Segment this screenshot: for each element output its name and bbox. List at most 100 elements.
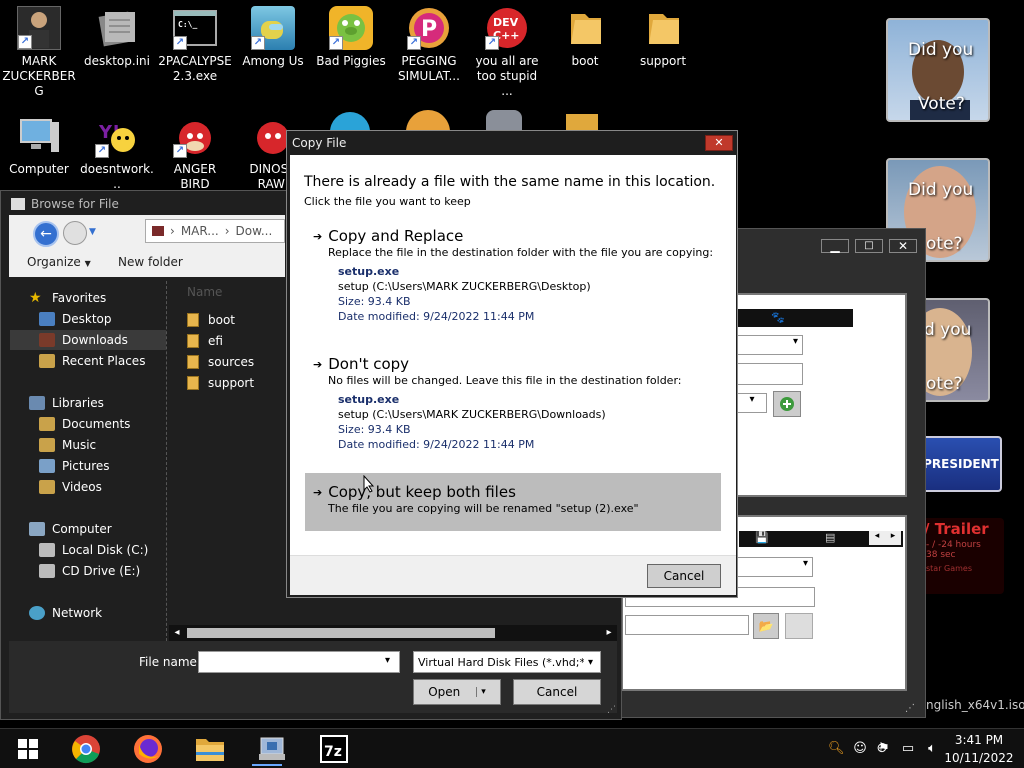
nav-recent-places[interactable]: Recent Places: [39, 351, 145, 371]
column-header-name[interactable]: Name: [187, 285, 222, 299]
nav-desktop[interactable]: Desktop: [39, 309, 112, 329]
desktop-icon-yahoo[interactable]: Y! ↗ doesntwork...: [78, 108, 156, 192]
folder-icon: [187, 313, 199, 327]
bg-select-2[interactable]: ▾: [737, 393, 767, 413]
history-dropdown-icon[interactable]: ▼: [89, 227, 96, 237]
bg-window-close-button[interactable]: ✕: [889, 239, 917, 253]
file-name-dropdown-icon[interactable]: ▾: [385, 655, 390, 666]
save-icon[interactable]: 💾: [755, 531, 769, 544]
nav-pictures[interactable]: Pictures: [39, 456, 110, 476]
replace-file-name: setup.exe: [338, 265, 400, 278]
clock-date[interactable]: 10/11/2022: [944, 751, 1014, 765]
list-item[interactable]: boot: [187, 311, 235, 329]
scroll-right-button[interactable]: ▸: [601, 625, 617, 641]
poster-text-2b: ote?: [926, 234, 963, 254]
disabled-add-icon[interactable]: [785, 613, 813, 639]
keep-both-title[interactable]: ➔ Copy, but keep both files: [313, 483, 516, 501]
horizontal-scrollbar[interactable]: ◂ ▸: [169, 625, 617, 641]
desktop-icon-boot[interactable]: boot: [546, 0, 624, 69]
bg-window-minimize-button[interactable]: ▁: [821, 239, 849, 253]
nav-downloads[interactable]: Downloads: [39, 330, 128, 350]
open-split-dropdown-icon[interactable]: ▾: [476, 687, 486, 697]
nav-cd-drive[interactable]: CD Drive (E:): [39, 561, 140, 581]
browse-resize-grip-icon[interactable]: ⋰: [607, 705, 616, 715]
nav-documents[interactable]: Documents: [39, 414, 130, 434]
bg-input-1[interactable]: [737, 363, 803, 385]
devcpp-icon: DEV C++ ↗: [485, 6, 529, 50]
taskbar-firefox[interactable]: [126, 732, 170, 766]
desktop-icon-anger-bird[interactable]: ↗ ANGER BIRD: [156, 108, 234, 192]
bg-select-3[interactable]: ▾: [737, 557, 813, 577]
trailer-ad[interactable]: / Trailer - / -24 hours 38 sec star Game…: [920, 518, 1004, 594]
copy-file-dialog[interactable]: Copy File ✕ There is already a file with…: [286, 130, 738, 598]
copy-dialog-close-button[interactable]: ✕: [705, 135, 733, 151]
poster-vote-1[interactable]: Did you Vote?: [886, 18, 990, 122]
copy-dialog-cancel-button[interactable]: Cancel: [647, 564, 721, 588]
breadcrumb-user[interactable]: MAR...: [181, 224, 219, 238]
desktop-icon-pegging-simulator[interactable]: P ↗ PEGGING SIMULAT...: [390, 0, 468, 84]
forward-button[interactable]: [63, 221, 87, 245]
bg-window-maximize-button[interactable]: □: [855, 239, 883, 253]
bg-input-3[interactable]: [625, 615, 749, 635]
open-button[interactable]: Open ▾: [413, 679, 501, 705]
svg-text:P: P: [421, 17, 437, 42]
desktop-icon-among-us[interactable]: ↗ Among Us: [234, 0, 312, 69]
file-name-input[interactable]: [198, 651, 400, 673]
nav-network[interactable]: Network: [29, 603, 102, 623]
desktop-icon-mark-zuckerberg[interactable]: ↗ MARK ZUCKERBERG: [0, 0, 78, 99]
nav-local-disk[interactable]: Local Disk (C:): [39, 540, 148, 560]
hidden-icon-p-logo: [406, 110, 450, 132]
emoji-icon[interactable]: ☺: [852, 741, 868, 757]
firefox-icon: [134, 735, 162, 763]
start-button[interactable]: [6, 732, 50, 766]
browse-cancel-button[interactable]: Cancel: [513, 679, 601, 705]
list-item[interactable]: efi: [187, 332, 223, 350]
taskbar-7zip[interactable]: 7z: [312, 732, 356, 766]
nav-music[interactable]: Music: [39, 435, 96, 455]
back-button[interactable]: ←: [33, 221, 59, 247]
taskbar-file-explorer[interactable]: [188, 732, 232, 766]
scroll-right-icon[interactable]: ▸: [885, 531, 901, 545]
president-banner[interactable]: PRESIDENT: [920, 436, 1002, 492]
desktop-icon-support[interactable]: support: [624, 0, 702, 69]
bg-select-1[interactable]: ▾: [737, 335, 803, 355]
list-item[interactable]: sources: [187, 353, 254, 371]
desktop-icon-bad-piggies[interactable]: ↗ Bad Piggies: [312, 0, 390, 69]
add-icon[interactable]: [773, 391, 801, 417]
organize-button[interactable]: Organize ▼: [27, 255, 91, 269]
nav-computer[interactable]: Computer: [29, 519, 112, 539]
nav-favorites[interactable]: ★ Favorites: [29, 288, 106, 308]
network-icon[interactable]: ▭: [900, 741, 916, 757]
nav-libraries[interactable]: Libraries: [29, 393, 104, 413]
copy-and-replace-option[interactable]: ➔ Copy and Replace: [313, 227, 463, 245]
taskbar-chrome[interactable]: [64, 732, 108, 766]
scroll-left-icon[interactable]: ◂: [869, 531, 885, 545]
desktop-icon-desktop-ini[interactable]: desktop.ini: [78, 0, 156, 69]
desktop-icon-2pacalypse[interactable]: C:\_ ↗ 2PACALYPSE 2.3.exe: [156, 0, 234, 84]
file-type-select[interactable]: Virtual Hard Disk Files (*.vhd;*.v ▾: [413, 651, 601, 673]
installer-icon: [259, 737, 285, 760]
dont-copy-option[interactable]: ➔ Don't copy: [313, 355, 409, 373]
search-icon[interactable]: 🔍︎: [828, 741, 845, 757]
scrollbar-thumb[interactable]: [187, 628, 495, 638]
taskbar-installer[interactable]: [250, 732, 294, 766]
open-folder-icon[interactable]: 📂: [753, 613, 779, 639]
flag-icon[interactable]: ⚑: [876, 741, 892, 757]
breadcrumb-downloads[interactable]: Dow...: [236, 224, 273, 238]
breadcrumb-sep-icon: ›: [224, 224, 230, 238]
new-folder-button[interactable]: New folder: [118, 255, 183, 269]
computer-icon: [17, 114, 61, 158]
nav-videos[interactable]: Videos: [39, 477, 102, 497]
clock-time[interactable]: 3:41 PM: [948, 733, 1010, 747]
address-bar[interactable]: › MAR... › Dow...: [145, 219, 285, 243]
desktop-icon-computer[interactable]: Computer: [0, 108, 78, 177]
scroll-left-button[interactable]: ◂: [169, 625, 185, 641]
list-item[interactable]: support: [187, 374, 254, 392]
network-icon: [29, 606, 45, 620]
chevron-down-icon: ▾: [588, 656, 594, 668]
star-icon: ★: [29, 290, 42, 306]
doc-icon[interactable]: ▤: [825, 531, 835, 544]
volume-icon[interactable]: 🔈︎: [924, 741, 940, 757]
resize-grip-icon[interactable]: ⋰: [905, 703, 915, 714]
desktop-icon-devcpp[interactable]: DEV C++ ↗ you all are too stupid ...: [468, 0, 546, 99]
